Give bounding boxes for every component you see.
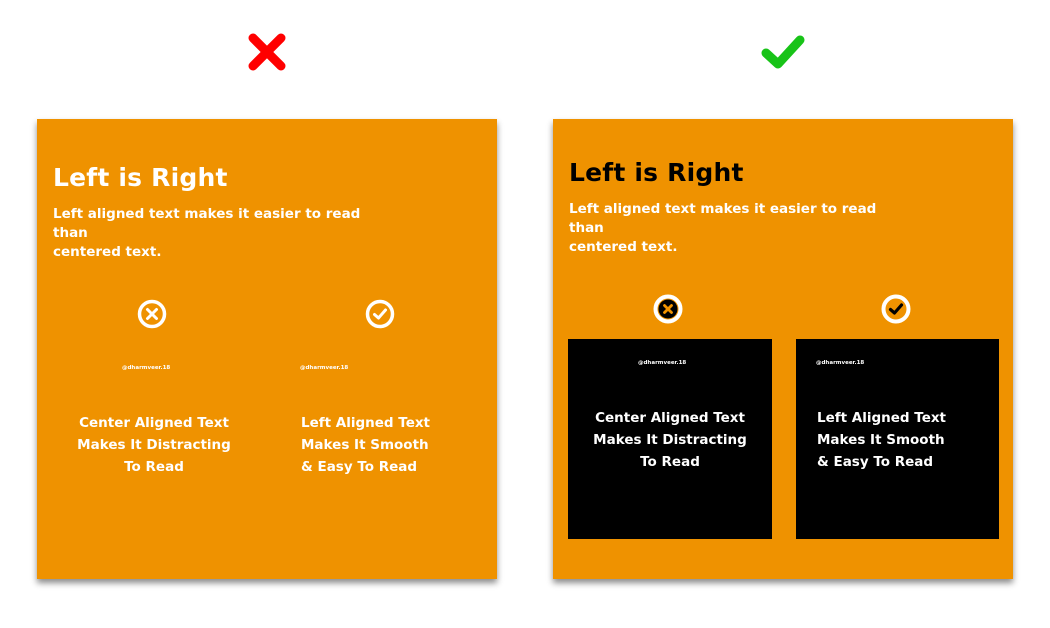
card-subtitle-line: centered text. bbox=[569, 239, 678, 255]
card-subtitle: Left aligned text makes it easier to rea… bbox=[53, 205, 393, 262]
author-handle: @dharmveer.18 bbox=[122, 365, 171, 371]
red-x-icon bbox=[248, 33, 286, 71]
bad-example-card: Left is Right Left aligned text makes it… bbox=[37, 119, 497, 579]
center-aligned-panel: @dharmveer.18 Center Aligned Text Makes … bbox=[52, 344, 256, 544]
panel-text-line: Left Aligned Text bbox=[301, 415, 431, 431]
card-subtitle-line: Left aligned text makes it easier to rea… bbox=[53, 206, 361, 241]
panel-text: Left Aligned Text Makes It Smooth & Easy… bbox=[301, 412, 430, 478]
x-circle-icon bbox=[653, 294, 683, 324]
x-circle-icon bbox=[137, 299, 167, 329]
panel-text-line: & Easy To Read bbox=[301, 459, 418, 475]
left-aligned-panel: @dharmveer.18 Left Aligned Text Makes It… bbox=[796, 339, 999, 539]
panel-text-line: Center Aligned Text bbox=[79, 415, 229, 431]
card-title: Left is Right bbox=[569, 158, 744, 187]
panel-text: Center Aligned Text Makes It Distracting… bbox=[568, 407, 772, 473]
left-aligned-panel: @dharmveer.18 Left Aligned Text Makes It… bbox=[280, 344, 484, 544]
panel-text-line: Makes It Smooth bbox=[817, 432, 945, 448]
card-subtitle-line: centered text. bbox=[53, 244, 162, 260]
card-subtitle: Left aligned text makes it easier to rea… bbox=[569, 200, 909, 257]
panel-text-line: Left Aligned Text bbox=[817, 410, 947, 426]
panel-text-line: To Read bbox=[124, 459, 184, 475]
panel-text-line: Makes It Smooth bbox=[301, 437, 429, 453]
author-handle: @dharmveer.18 bbox=[300, 365, 349, 371]
panel-text-line: Makes It Distracting bbox=[77, 437, 231, 453]
panel-text: Left Aligned Text Makes It Smooth & Easy… bbox=[817, 407, 946, 473]
author-handle: @dharmveer.18 bbox=[816, 360, 865, 366]
panel-text-line: To Read bbox=[640, 454, 700, 470]
author-handle: @dharmveer.18 bbox=[638, 360, 687, 366]
card-subtitle-line: Left aligned text makes it easier to rea… bbox=[569, 201, 877, 236]
card-title: Left is Right bbox=[53, 163, 228, 192]
panel-text-line: Makes It Distracting bbox=[593, 432, 747, 448]
center-aligned-panel: @dharmveer.18 Center Aligned Text Makes … bbox=[568, 339, 772, 539]
check-circle-icon bbox=[365, 299, 395, 329]
panel-text-line: & Easy To Read bbox=[817, 454, 934, 470]
panel-text-line: Center Aligned Text bbox=[595, 410, 745, 426]
panel-text: Center Aligned Text Makes It Distracting… bbox=[52, 412, 256, 478]
good-example-card: Left is Right Left aligned text makes it… bbox=[553, 119, 1013, 579]
check-circle-icon bbox=[881, 294, 911, 324]
green-check-icon bbox=[761, 35, 805, 69]
